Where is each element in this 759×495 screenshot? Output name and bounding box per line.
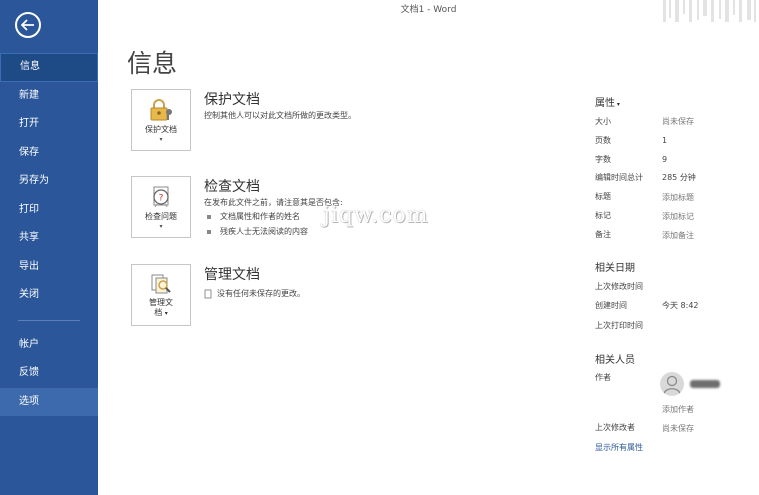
inspect-bullet-text: 文档属性和作者的姓名 [220,212,300,221]
avatar[interactable] [660,372,684,396]
prop-key: 大小 [595,117,611,126]
add-tags-field[interactable]: 添加标记 [662,211,694,222]
nav-item-save-as[interactable]: 另存为 [0,167,98,196]
prop-value: 9 [662,155,668,164]
manage-document-desc: 没有任何未保存的更改。 [217,289,305,298]
backstage-sidebar: 信息 新建 打开 保存 另存为 打印 共享 导出 关闭 帐户 反馈 选项 [0,0,98,495]
prop-key: 标题 [595,192,611,201]
inspect-bullet: 残疾人士无法阅读的内容 [207,226,308,237]
nav-item-save[interactable]: 保存 [0,139,98,168]
protect-document-desc: 控制其他人可以对此文档所做的更改类型。 [204,111,356,120]
bullet-icon [207,229,211,234]
date-key: 创建时间 [595,301,627,310]
prop-key: 备注 [595,230,611,239]
page-title: 信息 [127,49,178,78]
prop-key: 字数 [595,155,611,164]
manage-document-label-line2: 档 [154,308,163,317]
protect-document-button[interactable]: 保护文档 ▾ [131,89,191,151]
prop-key: 编辑时间总计 [595,173,643,182]
check-issues-label: 检查问题 [145,212,177,221]
check-issues-button[interactable]: ? 检查问题 ▾ [131,176,191,238]
manage-document-icon [151,274,171,294]
chevron-down-icon: ▾ [159,223,163,230]
prop-value: 285 分钟 [662,173,696,182]
nav-item-print[interactable]: 打印 [0,196,98,225]
add-author-link[interactable]: 添加作者 [662,404,694,415]
svg-text:?: ? [159,194,164,204]
date-key: 上次修改时间 [595,282,643,291]
manage-document-title: 管理文档 [204,267,260,283]
lock-key-icon [150,99,172,121]
manage-document-button[interactable]: 管理文 档 ▾ [131,264,191,326]
nav-item-account[interactable]: 帐户 [0,331,98,360]
author-name-redacted [690,380,720,388]
person-icon [663,375,681,395]
protect-document-title: 保护文档 [204,92,260,108]
nav-item-share[interactable]: 共享 [0,224,98,253]
nav-item-feedback[interactable]: 反馈 [0,359,98,388]
titlebar-decoration [663,0,756,22]
nav-item-new[interactable]: 新建 [0,82,98,111]
back-arrow-icon [21,19,34,31]
author-label: 作者 [595,373,611,382]
window-title: 文档1 - Word [400,5,457,15]
last-modified-by-label: 上次修改者 [595,423,635,432]
back-button[interactable] [15,12,41,38]
inspect-document-desc: 在发布此文件之前，请注意其是否包含: [204,198,343,207]
show-all-properties-link[interactable]: 显示所有属性 [595,442,643,453]
manage-document-label: 管理文 档 ▾ [149,298,173,319]
related-dates-heading: 相关日期 [595,263,635,274]
nav-item-info[interactable]: 信息 [0,53,98,82]
nav-item-export[interactable]: 导出 [0,253,98,282]
manage-document-desc-row: 没有任何未保存的更改。 [204,288,305,299]
properties-dropdown[interactable]: 属性 ▾ [595,94,620,109]
nav-item-close[interactable]: 关闭 [0,281,98,310]
date-value: 今天 8:42 [662,301,699,310]
prop-value: 1 [662,136,668,145]
add-title-field[interactable]: 添加标题 [662,192,694,203]
inspect-bullet: 文档属性和作者的姓名 [207,211,300,222]
watermark: jiqw.com [323,203,429,228]
chevron-down-icon: ▾ [615,101,620,108]
add-comments-field[interactable]: 添加备注 [662,230,694,241]
date-key: 上次打印时间 [595,321,643,330]
nav-item-options[interactable]: 选项 [0,387,98,416]
prop-key: 标记 [595,211,611,220]
chevron-down-icon: ▾ [159,136,163,143]
inspect-document-icon: ? [153,186,169,208]
chevron-down-icon: ▾ [164,310,168,317]
backstage-nav: 信息 新建 打开 保存 另存为 打印 共享 导出 关闭 帐户 反馈 选项 [0,53,98,416]
protect-document-label: 保护文档 [145,125,177,134]
bullet-icon [207,214,211,219]
inspect-document-title: 检查文档 [204,179,260,195]
manage-document-label-line1: 管理文 [149,298,173,307]
properties-heading: 属性 [595,98,615,109]
related-people-heading: 相关人员 [595,355,635,366]
prop-key: 页数 [595,136,611,145]
inspect-bullet-text: 残疾人士无法阅读的内容 [220,227,308,236]
prop-value: 尚未保存 [662,117,694,126]
nav-divider [18,319,80,321]
nav-item-open[interactable]: 打开 [0,110,98,139]
document-icon [204,289,212,298]
last-modified-by-value: 尚未保存 [662,424,694,433]
